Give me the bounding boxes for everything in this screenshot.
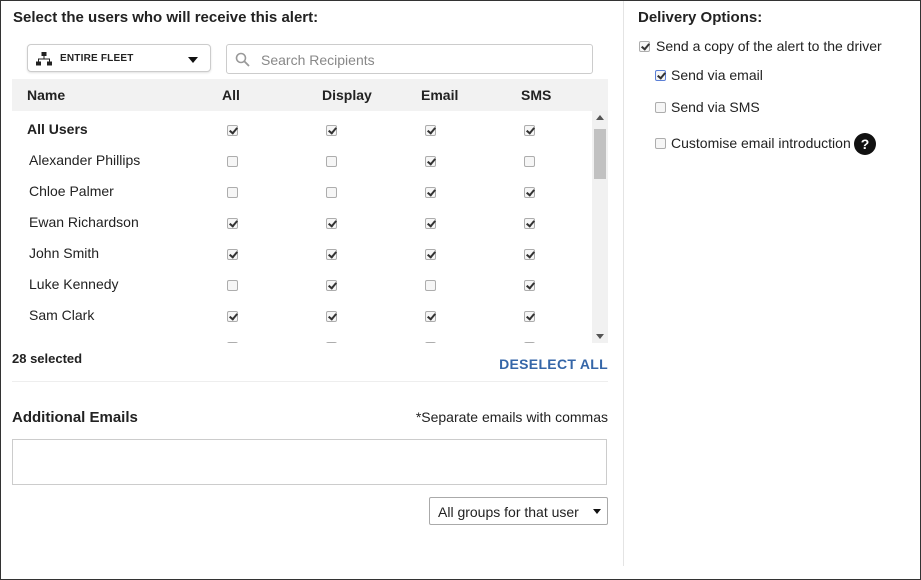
sms-checkbox[interactable] — [524, 218, 535, 229]
table-row: Luke Kennedy — [12, 270, 592, 301]
table-row: Sam Clark — [12, 301, 592, 332]
display-checkbox[interactable] — [326, 342, 337, 343]
additional-emails-field[interactable] — [12, 439, 607, 485]
all-checkbox[interactable] — [227, 218, 238, 229]
send-via-sms-checkbox[interactable] — [655, 102, 666, 113]
display-checkbox[interactable] — [326, 218, 337, 229]
send-via-email-checkbox[interactable] — [655, 70, 666, 81]
all-checkbox[interactable] — [227, 156, 238, 167]
alert-recipients-panel: Select the users who will receive this a… — [0, 0, 921, 580]
column-header-display: Display — [322, 87, 372, 103]
user-name: Chloe Palmer — [29, 183, 114, 199]
table-row: Ewan Richardson — [12, 208, 592, 239]
customise-intro-checkbox[interactable] — [655, 138, 666, 149]
user-name: All Users — [27, 121, 88, 137]
hierarchy-icon — [36, 52, 52, 66]
all-checkbox[interactable] — [227, 280, 238, 291]
user-name: John Smith — [29, 245, 100, 261]
selected-count: 28 selected — [12, 351, 83, 366]
sms-checkbox[interactable] — [524, 187, 535, 198]
sms-checkbox[interactable] — [524, 156, 535, 167]
section-divider — [12, 381, 608, 382]
chevron-down-icon — [188, 57, 198, 63]
fleet-selector-label: ENTIRE FLEET — [60, 53, 134, 64]
column-header-name: Name — [27, 87, 66, 103]
email-checkbox[interactable] — [425, 125, 436, 136]
delivery-options-title: Delivery Options: — [638, 9, 763, 26]
email-checkbox[interactable] — [425, 311, 436, 322]
display-checkbox[interactable] — [326, 187, 337, 198]
customise-intro-label: Customise email introduction — [671, 135, 851, 151]
all-checkbox[interactable] — [227, 187, 238, 198]
display-checkbox[interactable] — [326, 280, 337, 291]
help-icon[interactable]: ? — [854, 133, 876, 155]
user-name: ... — [29, 338, 41, 343]
display-checkbox[interactable] — [326, 125, 337, 136]
column-header-sms: SMS — [521, 87, 552, 103]
table-scrollbar[interactable] — [592, 111, 608, 343]
group-select-value: All groups for that user — [438, 504, 579, 520]
email-checkbox[interactable] — [425, 249, 436, 260]
user-name: Sam Clark — [29, 307, 95, 323]
recipients-table-body: All Users Alexander Phillips Chloe Palmer E… — [12, 111, 592, 343]
all-checkbox[interactable] — [227, 249, 238, 260]
additional-emails-hint: *Separate emails with commas — [415, 409, 608, 425]
column-divider — [623, 1, 624, 566]
send-copy-checkbox[interactable] — [639, 41, 650, 52]
email-checkbox[interactable] — [425, 342, 436, 343]
fleet-selector-button[interactable]: ENTIRE FLEET — [27, 44, 211, 72]
table-row: Chloe Palmer — [12, 177, 592, 208]
sms-checkbox[interactable] — [524, 342, 535, 343]
display-checkbox[interactable] — [326, 311, 337, 322]
scrollbar-thumb[interactable] — [594, 129, 606, 179]
all-checkbox[interactable] — [227, 125, 238, 136]
display-checkbox[interactable] — [326, 156, 337, 167]
display-checkbox[interactable] — [326, 249, 337, 260]
sms-checkbox[interactable] — [524, 280, 535, 291]
user-name: Ewan Richardson — [29, 214, 139, 230]
send-copy-label: Send a copy of the alert to the driver — [656, 38, 882, 54]
sms-checkbox[interactable] — [524, 249, 535, 260]
column-header-email: Email — [421, 87, 459, 103]
search-icon — [235, 52, 250, 67]
email-checkbox[interactable] — [425, 187, 436, 198]
email-checkbox[interactable] — [425, 280, 436, 291]
email-checkbox[interactable] — [425, 218, 436, 229]
deselect-all-link[interactable]: DESELECT ALL — [499, 356, 608, 372]
send-via-email-label: Send via email — [671, 67, 763, 83]
all-checkbox[interactable] — [227, 311, 238, 322]
group-select[interactable]: All groups for that user — [429, 497, 608, 525]
sms-checkbox[interactable] — [524, 125, 535, 136]
sms-checkbox[interactable] — [524, 311, 535, 322]
all-checkbox[interactable] — [227, 342, 238, 343]
table-row: ... — [12, 332, 592, 343]
email-checkbox[interactable] — [425, 156, 436, 167]
column-header-all: All — [222, 87, 240, 103]
send-via-sms-label: Send via SMS — [671, 99, 760, 115]
additional-emails-title: Additional Emails — [12, 409, 138, 426]
table-row: John Smith — [12, 239, 592, 270]
user-name: Alexander Phillips — [29, 152, 141, 168]
table-row: Alexander Phillips — [12, 146, 592, 177]
search-input[interactable] — [259, 49, 583, 71]
recipients-section: Select the users who will receive this a… — [1, 1, 623, 579]
scroll-up-arrow-icon[interactable] — [596, 115, 604, 120]
search-box — [226, 44, 593, 74]
recipients-title: Select the users who will receive this a… — [13, 9, 319, 26]
scroll-down-arrow-icon[interactable] — [596, 334, 604, 339]
table-header: Name All Display Email SMS — [12, 79, 608, 111]
table-row-all-users: All Users — [12, 115, 592, 146]
dropdown-arrow-icon — [593, 509, 601, 514]
user-name: Luke Kennedy — [29, 276, 119, 292]
